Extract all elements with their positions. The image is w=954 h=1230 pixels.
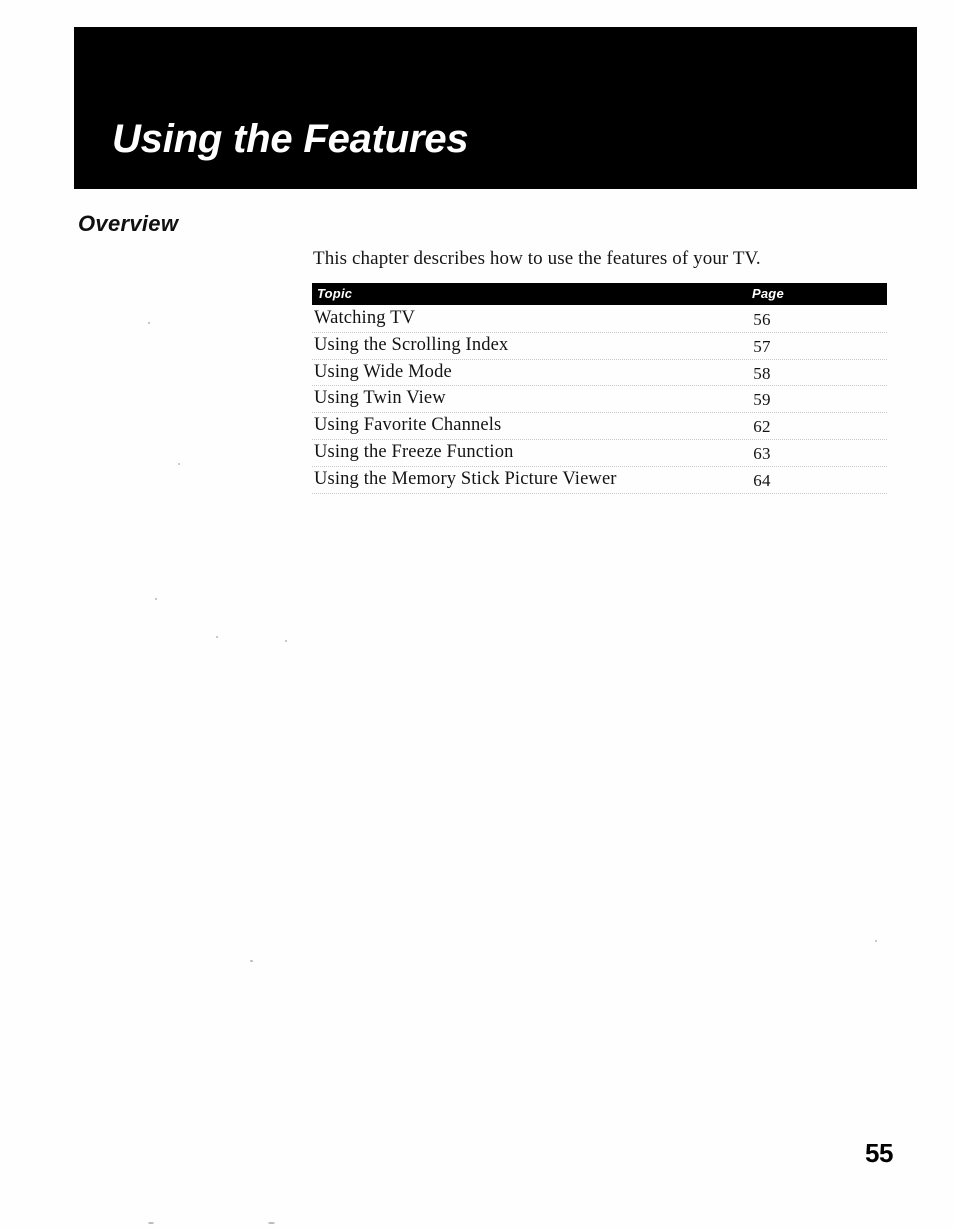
page-number: 55 xyxy=(865,1138,893,1168)
page-cell: 59 xyxy=(753,390,771,410)
page-cell: 64 xyxy=(753,470,771,490)
scan-speckle xyxy=(285,640,287,642)
scan-speckle xyxy=(875,940,877,942)
topic-cell: Using the Memory Stick Picture Viewer xyxy=(314,468,617,489)
scan-speckle xyxy=(178,463,180,465)
table-header-row: Topic Page xyxy=(312,283,887,305)
table-row[interactable]: Using Twin View 59 xyxy=(312,386,887,414)
page-cell: 62 xyxy=(753,417,771,437)
topic-cell: Using Wide Mode xyxy=(314,361,452,382)
topic-cell: Using Twin View xyxy=(314,388,446,409)
manual-page: Using the Features Overview This chapter… xyxy=(0,0,954,1230)
table-row[interactable]: Using Wide Mode 58 xyxy=(312,360,887,387)
topic-cell: Watching TV xyxy=(314,308,416,328)
table-row[interactable]: Using the Scrolling Index 57 xyxy=(312,333,887,360)
scan-speckle xyxy=(216,636,218,638)
intro-paragraph: This chapter describes how to use the fe… xyxy=(313,248,761,269)
chapter-title: Using the Features xyxy=(112,117,469,161)
scan-speckle xyxy=(148,1222,154,1224)
topic-cell: Using the Scrolling Index xyxy=(314,334,509,355)
scan-speckle xyxy=(148,322,150,324)
column-header-topic: Topic xyxy=(317,286,353,301)
topic-cell: Using Favorite Channels xyxy=(314,415,502,436)
table-body: Watching TV 56 Using the Scrolling Index… xyxy=(312,305,887,494)
scan-speckle xyxy=(268,1222,275,1224)
page-cell: 58 xyxy=(753,363,771,383)
topic-page-table: Topic Page Watching TV 56 Using the Scro… xyxy=(312,283,887,494)
topic-cell: Using the Freeze Function xyxy=(314,441,514,462)
page-cell: 63 xyxy=(753,443,771,463)
page-cell: 57 xyxy=(753,336,771,356)
scan-speckle xyxy=(155,598,157,600)
column-header-page: Page xyxy=(752,286,784,301)
table-row[interactable]: Using the Freeze Function 63 xyxy=(312,440,887,467)
table-row[interactable]: Using the Memory Stick Picture Viewer 64 xyxy=(312,467,887,494)
scan-speckle xyxy=(250,960,253,962)
section-heading-overview: Overview xyxy=(78,211,179,236)
chapter-banner: Using the Features xyxy=(74,27,917,189)
page-cell: 56 xyxy=(753,310,771,329)
table-row[interactable]: Watching TV 56 xyxy=(312,306,887,333)
table-row[interactable]: Using Favorite Channels 62 xyxy=(312,413,887,440)
